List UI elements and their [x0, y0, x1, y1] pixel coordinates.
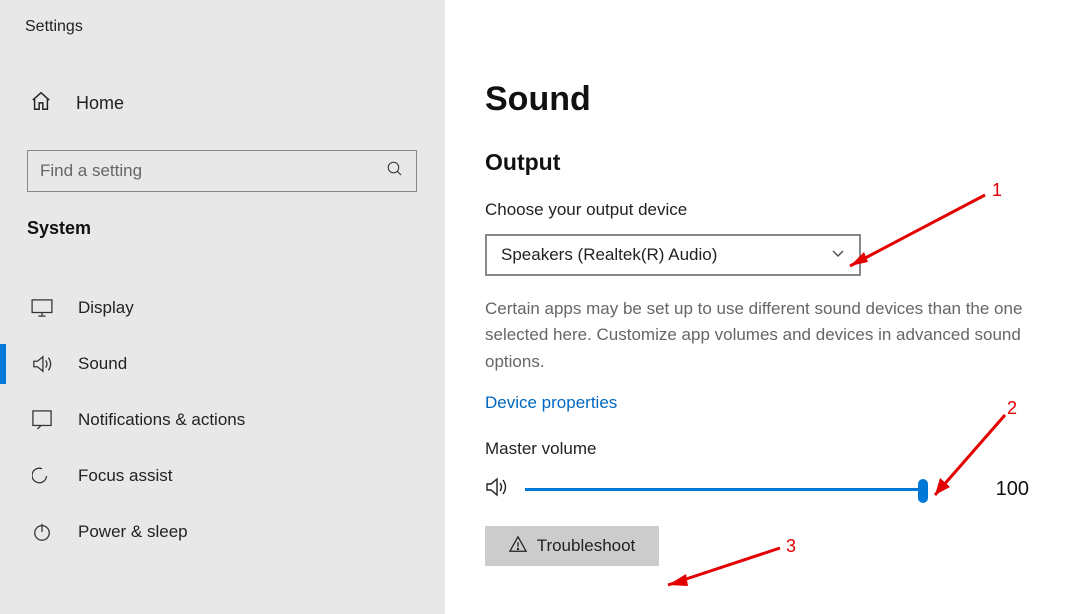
chevron-down-icon: [831, 246, 845, 264]
troubleshoot-button[interactable]: Troubleshoot: [485, 526, 659, 566]
app-title: Settings: [25, 18, 83, 36]
sidebar-item-label: Sound: [78, 354, 127, 374]
master-volume-label: Master volume: [485, 439, 1080, 459]
sidebar-item-display[interactable]: Display: [0, 280, 445, 336]
search-icon: [386, 160, 404, 183]
dropdown-value: Speakers (Realtek(R) Audio): [501, 245, 717, 265]
notifications-icon: [30, 410, 54, 430]
volume-slider[interactable]: [525, 488, 925, 491]
home-label: Home: [76, 93, 124, 114]
display-icon: [30, 299, 54, 317]
device-properties-link[interactable]: Device properties: [485, 393, 617, 413]
sidebar-category: System: [27, 218, 91, 239]
sound-icon: [30, 354, 54, 374]
slider-thumb[interactable]: [918, 479, 928, 503]
sidebar-nav: Display Sound Notifications & actions Fo…: [0, 280, 445, 560]
annotation-number-3: 3: [786, 536, 796, 557]
home-nav[interactable]: Home: [30, 90, 124, 117]
output-help-text: Certain apps may be set up to use differ…: [485, 296, 1065, 375]
sidebar: Settings Home System Display Sound: [0, 0, 445, 614]
sidebar-item-power-sleep[interactable]: Power & sleep: [0, 504, 445, 560]
sidebar-item-label: Notifications & actions: [78, 410, 245, 430]
main-content: Sound Output Choose your output device S…: [465, 0, 1080, 614]
annotation-number-1: 1: [992, 180, 1002, 201]
speaker-icon[interactable]: [485, 475, 511, 504]
output-header: Output: [485, 149, 1080, 176]
power-icon: [30, 522, 54, 542]
choose-device-label: Choose your output device: [485, 200, 1080, 220]
output-device-dropdown[interactable]: Speakers (Realtek(R) Audio): [485, 234, 861, 276]
sidebar-item-label: Focus assist: [78, 466, 172, 486]
home-icon: [30, 90, 52, 117]
sidebar-item-notifications[interactable]: Notifications & actions: [0, 392, 445, 448]
sidebar-item-sound[interactable]: Sound: [0, 336, 445, 392]
search-input[interactable]: [27, 150, 417, 192]
sidebar-item-label: Display: [78, 298, 134, 318]
page-title: Sound: [485, 80, 1080, 119]
volume-row: 100: [485, 475, 1080, 504]
focus-assist-icon: [30, 466, 54, 486]
warning-icon: [509, 535, 527, 558]
sidebar-item-focus-assist[interactable]: Focus assist: [0, 448, 445, 504]
volume-value: 100: [979, 478, 1029, 501]
sidebar-item-label: Power & sleep: [78, 522, 188, 542]
annotation-number-2: 2: [1007, 398, 1017, 419]
troubleshoot-label: Troubleshoot: [537, 536, 636, 556]
search-field[interactable]: [40, 161, 386, 181]
